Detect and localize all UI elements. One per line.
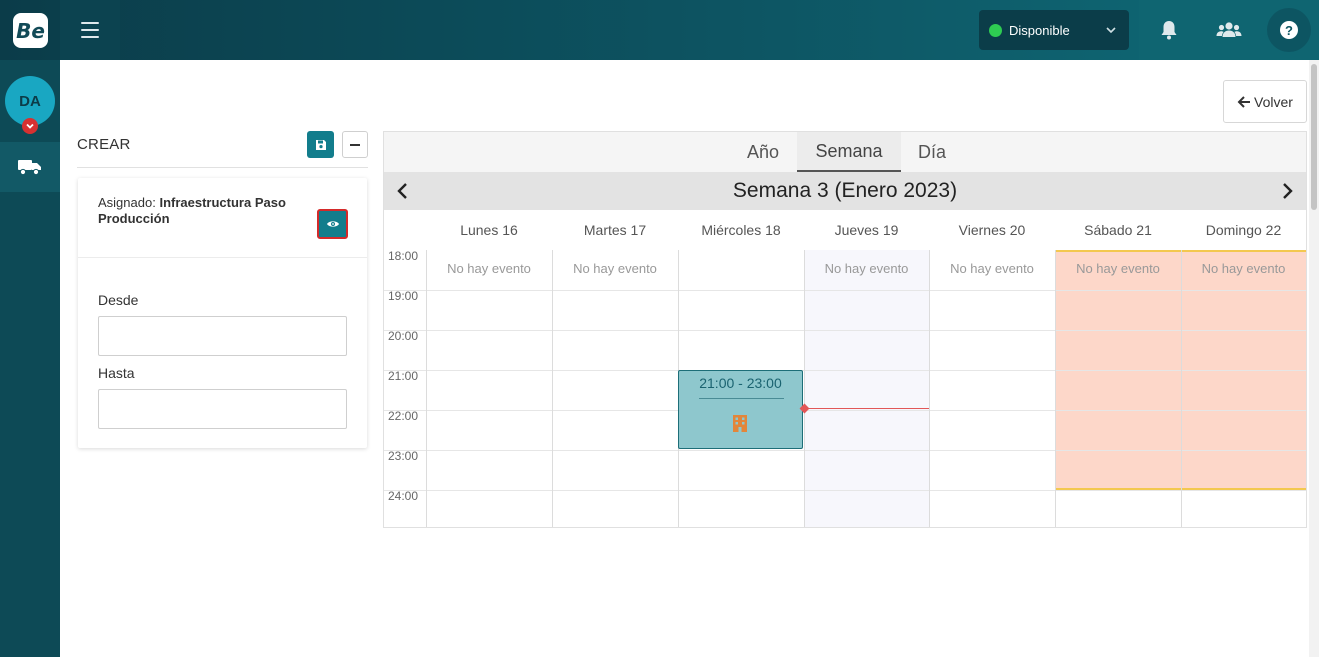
arrow-left-icon <box>1237 95 1251 108</box>
status-dropdown[interactable]: Disponible <box>979 10 1129 50</box>
hour-line <box>384 410 1306 411</box>
save-icon <box>315 139 326 150</box>
today-column <box>804 250 929 527</box>
day-header: Miércoles 18 <box>701 222 781 238</box>
building-icon <box>733 415 747 432</box>
to-input[interactable] <box>98 389 347 429</box>
sidebar: DA <box>0 60 60 657</box>
assigned-prefix: Asignado: <box>98 195 156 210</box>
menu-icon[interactable] <box>81 22 99 38</box>
hour-line <box>384 370 1306 371</box>
tab-week[interactable]: Semana <box>797 132 901 172</box>
day-header: Jueves 19 <box>834 222 899 238</box>
bell-icon[interactable] <box>1157 18 1181 42</box>
card-divider <box>78 257 367 258</box>
time-label: 22:00 <box>388 409 419 423</box>
divider <box>77 167 368 168</box>
no-event-text: No hay evento <box>950 261 1034 276</box>
calendar: Año Semana Día Semana 3 (Enero 2023) Lun… <box>383 131 1307 528</box>
calendar-tabs: Año Semana Día <box>384 132 1306 172</box>
status-label: Disponible <box>1009 22 1070 38</box>
minus-icon <box>350 143 360 146</box>
day-header: Lunes 16 <box>460 222 518 238</box>
avatar-dropdown-icon[interactable] <box>22 118 38 134</box>
day-divider <box>1055 250 1056 527</box>
hour-line <box>384 450 1306 451</box>
day-divider <box>929 250 930 527</box>
view-button[interactable] <box>317 209 348 239</box>
to-label: Hasta <box>98 365 135 381</box>
no-event-text: No hay evento <box>1076 261 1160 276</box>
hour-line <box>384 490 1306 491</box>
eye-icon <box>326 221 339 227</box>
time-label: 24:00 <box>388 489 419 503</box>
help-button[interactable]: ? <box>1267 8 1311 52</box>
day-divider <box>1181 250 1182 527</box>
no-event-text: No hay evento <box>1201 261 1286 276</box>
day-header: Martes 17 <box>583 222 647 238</box>
back-button-label: Volver <box>1254 93 1293 110</box>
no-event-text: No hay evento <box>573 261 657 276</box>
no-event-text: No hay evento <box>447 261 531 276</box>
day-divider <box>426 250 427 527</box>
time-label: 23:00 <box>388 449 419 463</box>
time-label: 18:00 <box>388 249 419 263</box>
save-button[interactable] <box>307 131 334 158</box>
day-header: Domingo 22 <box>1205 222 1282 238</box>
calendar-event[interactable]: 21:00 - 23:00 <box>678 370 803 449</box>
calendar-grid: 18:00 19:00 20:00 21:00 22:00 23:00 24:0… <box>384 249 1306 527</box>
sidebar-item-transport[interactable] <box>0 142 60 192</box>
from-label: Desde <box>98 292 139 308</box>
tab-year[interactable]: Año <box>729 132 797 172</box>
day-divider <box>804 250 805 527</box>
scrollbar-thumb[interactable] <box>1311 64 1317 210</box>
time-label: 21:00 <box>388 369 419 383</box>
tab-day[interactable]: Día <box>901 132 963 172</box>
avatar-initials: DA <box>19 92 41 110</box>
help-icon: ? <box>1280 21 1298 39</box>
chevron-left-icon[interactable] <box>394 182 412 200</box>
from-input[interactable] <box>98 316 347 356</box>
hour-line <box>384 290 1306 291</box>
chevron-right-icon[interactable] <box>1278 182 1296 200</box>
app-logo[interactable]: Be <box>13 13 48 48</box>
no-event-text: No hay evento <box>824 261 909 276</box>
event-time: 21:00 - 23:00 <box>699 375 782 391</box>
back-button[interactable]: Volver <box>1223 80 1307 123</box>
event-divider <box>699 398 784 399</box>
chevron-down-icon <box>1106 27 1116 34</box>
day-header: Sábado 21 <box>1084 222 1152 238</box>
status-dot <box>989 23 1002 37</box>
users-icon[interactable] <box>1216 18 1242 42</box>
week-title: Semana 3 (Enero 2023) <box>732 179 958 202</box>
current-time-line <box>804 408 929 409</box>
form-card: Asignado: Infraestructura Paso Producció… <box>78 178 367 448</box>
assigned-text: Asignado: Infraestructura Paso Producció… <box>98 195 313 227</box>
form-title: CREAR <box>77 136 131 153</box>
truck-icon <box>18 160 41 176</box>
day-divider <box>552 250 553 527</box>
collapse-button[interactable] <box>342 131 368 158</box>
day-header: Viernes 20 <box>958 222 1026 238</box>
time-label: 20:00 <box>388 329 419 343</box>
hour-line <box>384 330 1306 331</box>
time-label: 19:00 <box>388 289 419 303</box>
week-navigation: Semana 3 (Enero 2023) <box>384 172 1306 210</box>
